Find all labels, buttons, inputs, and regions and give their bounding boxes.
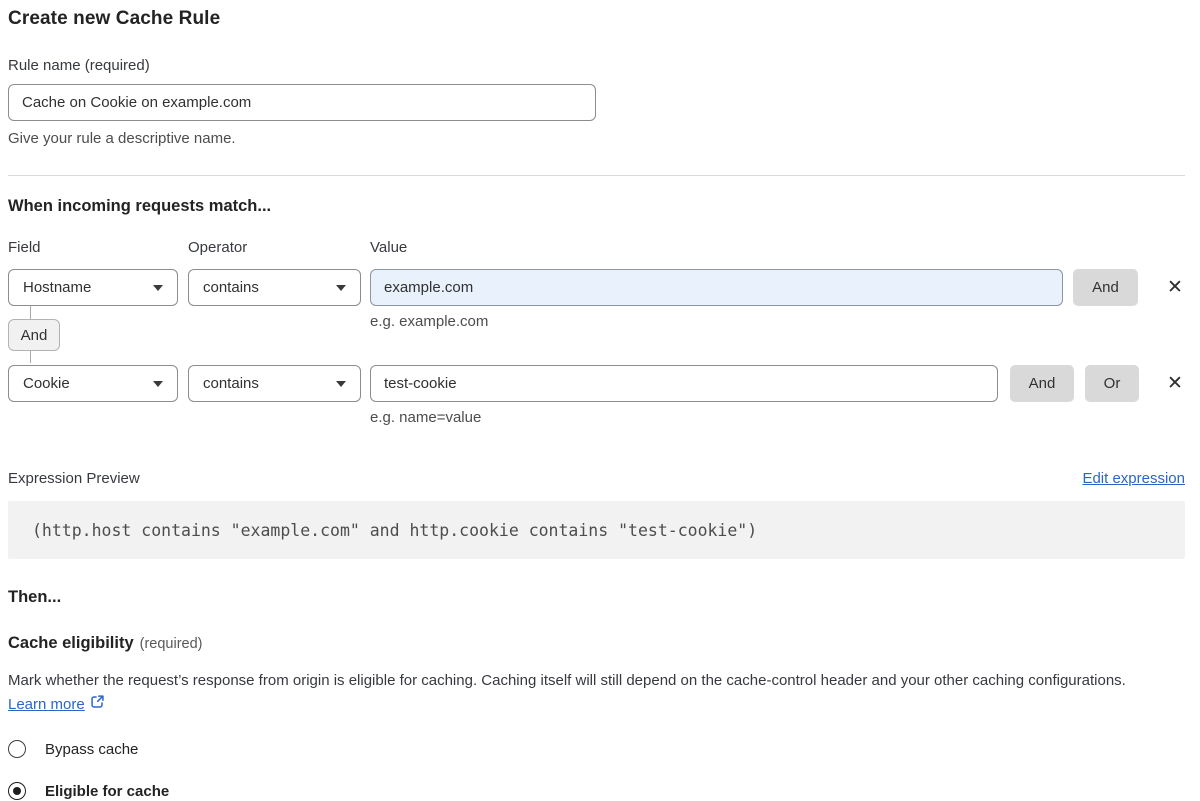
operator-column-label: Operator (188, 239, 370, 256)
rule-name-input[interactable] (8, 84, 596, 121)
external-link-icon (90, 693, 105, 717)
operator-select-2[interactable]: contains (188, 365, 361, 402)
condition-row-2: Cookie contains e.g. name=value And Or ✕ (8, 365, 1185, 426)
expression-preview-header: Expression Preview Edit expression (8, 470, 1185, 487)
value-hint-1: e.g. example.com (370, 313, 1063, 330)
field-select-2-value: Cookie (23, 375, 70, 392)
radio-option-eligible-for-cache[interactable]: Eligible for cache (8, 781, 1185, 801)
and-button-row-1[interactable]: And (1073, 269, 1138, 306)
field-select-1[interactable]: Hostname (8, 269, 178, 306)
section-divider (8, 175, 1185, 176)
chevron-down-icon (153, 285, 163, 291)
field-select-2[interactable]: Cookie (8, 365, 178, 402)
value-hint-2: e.g. name=value (370, 409, 998, 426)
cache-eligibility-title: Cache eligibility (8, 634, 134, 652)
operator-select-1[interactable]: contains (188, 269, 361, 306)
condition-rows: Hostname contains e.g. example.com And ✕… (8, 269, 1185, 426)
remove-condition-icon[interactable]: ✕ (1165, 269, 1185, 306)
rule-name-help: Give your rule a descriptive name. (8, 130, 1185, 147)
radio-option-bypass-cache[interactable]: Bypass cache (8, 739, 1185, 759)
or-button-row-2[interactable]: Or (1085, 365, 1139, 402)
chevron-down-icon (336, 381, 346, 387)
description-text: Mark whether the request’s response from… (8, 672, 1126, 689)
value-column-2: e.g. name=value (370, 365, 998, 426)
value-column-label: Value (370, 239, 407, 256)
radio-icon[interactable] (8, 740, 26, 758)
create-cache-rule-page: Create new Cache Rule Rule name (require… (8, 0, 1185, 801)
required-tag: (required) (140, 636, 203, 652)
radio-label: Bypass cache (45, 741, 138, 758)
rule-name-label: Rule name (required) (8, 57, 1185, 74)
cache-eligibility-heading: Cache eligibility (required) (8, 634, 1185, 653)
and-button-row-2[interactable]: And (1010, 365, 1074, 402)
connector-line-top (30, 306, 31, 319)
match-heading: When incoming requests match... (8, 197, 1185, 216)
then-heading: Then... (8, 588, 1185, 607)
value-column-1: e.g. example.com (370, 269, 1063, 330)
operator-select-1-value: contains (203, 279, 259, 296)
cache-eligibility-options: Bypass cache Eligible for cache (8, 739, 1185, 801)
condition-column-labels: Field Operator Value (8, 239, 1185, 256)
cache-eligibility-description: Mark whether the request’s response from… (8, 669, 1168, 717)
learn-more-link[interactable]: Learn more (8, 693, 85, 717)
condition-row-1: Hostname contains e.g. example.com And ✕ (8, 269, 1185, 330)
field-column-label: Field (8, 239, 188, 256)
edit-expression-link[interactable]: Edit expression (1082, 470, 1185, 487)
chevron-down-icon (336, 285, 346, 291)
radio-label: Eligible for cache (45, 783, 169, 800)
operator-select-2-value: contains (203, 375, 259, 392)
connector-and-button[interactable]: And (8, 319, 60, 351)
value-input-2[interactable] (370, 365, 998, 402)
condition-connector: And (8, 306, 60, 363)
chevron-down-icon (153, 381, 163, 387)
page-title: Create new Cache Rule (8, 8, 1185, 30)
radio-icon[interactable] (8, 782, 26, 800)
remove-condition-icon[interactable]: ✕ (1165, 365, 1185, 402)
connector-line-bottom (30, 351, 31, 363)
expression-preview-label: Expression Preview (8, 470, 140, 487)
value-input-1[interactable] (370, 269, 1063, 306)
expression-code-block: (http.host contains "example.com" and ht… (8, 501, 1185, 559)
field-select-1-value: Hostname (23, 279, 91, 296)
